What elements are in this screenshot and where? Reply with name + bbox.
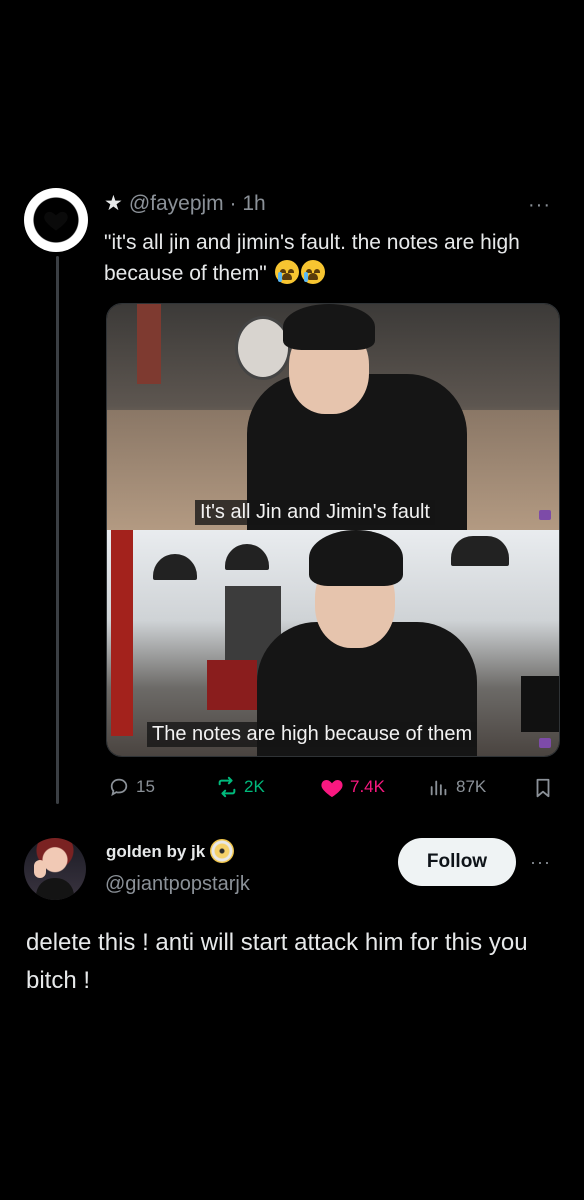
like-button[interactable]: 7.4K (320, 776, 385, 798)
views-count: 87K (456, 777, 487, 796)
post-action-bar: 15 2K 7.4K 87K (108, 776, 558, 806)
reply-count: 15 (136, 777, 155, 796)
reply-button[interactable]: 15 (108, 776, 155, 798)
header-separator: · (229, 192, 237, 215)
like-count: 7.4K (350, 777, 385, 796)
views-chart-icon (430, 780, 447, 796)
thread-line (56, 256, 59, 804)
post-time[interactable]: 1h (242, 192, 265, 215)
reply-more-options-icon[interactable]: ··· (530, 852, 551, 873)
bookmark-icon (536, 778, 550, 798)
heart-icon (44, 211, 68, 231)
post-media[interactable]: It's all Jin and Jimin's fault The notes… (106, 303, 560, 757)
reply-author-avatar[interactable] (24, 838, 86, 900)
star-icon: ★ (104, 192, 123, 215)
loudly-crying-face-icon (274, 260, 299, 284)
more-options-icon[interactable]: ··· (528, 194, 551, 217)
heart-filled-icon (321, 780, 343, 797)
repost-icon (218, 776, 236, 798)
video-frame-top: It's all Jin and Jimin's fault (107, 304, 559, 534)
video-frame-bottom: The notes are high because of them (107, 530, 559, 756)
reply-display-name-row: golden by jk (106, 839, 235, 863)
views-button[interactable]: 87K (428, 776, 486, 798)
bookmark-button[interactable] (532, 776, 554, 800)
quoted-author-avatar[interactable] (24, 188, 88, 252)
reply-handle[interactable]: @giantpopstarjk (105, 873, 250, 896)
quoted-handle[interactable]: @fayepjm (129, 192, 224, 215)
golden-disc-icon (210, 839, 235, 863)
repost-count: 2K (244, 777, 265, 796)
subtitle-bottom: The notes are high because of them (147, 722, 478, 747)
quoted-post-header: ★ @fayepjm · 1h (104, 191, 266, 216)
subtitle-top: It's all Jin and Jimin's fault (195, 500, 435, 525)
loudly-crying-face-icon (300, 260, 325, 284)
reply-icon (110, 778, 128, 797)
quoted-post-text-block: "it's all jin and jimin's fault. the not… (104, 227, 544, 289)
follow-button[interactable]: Follow (398, 838, 516, 886)
repost-button[interactable]: 2K (216, 776, 265, 798)
reply-text: delete this ! anti will start attack him… (26, 929, 528, 994)
reply-display-name[interactable]: golden by jk (106, 842, 205, 861)
